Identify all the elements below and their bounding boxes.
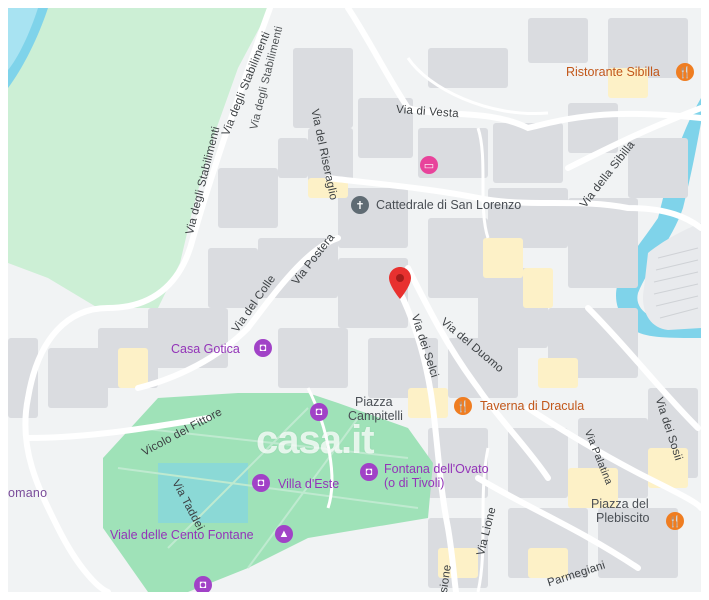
camera-icon[interactable]: ◘: [194, 576, 212, 592]
poi-label-ristorante-sibilla[interactable]: Ristorante Sibilla: [566, 65, 660, 79]
poi-label-casa-gotica[interactable]: Casa Gotica: [171, 342, 240, 356]
poi-label-villa-deste[interactable]: Villa d'Este: [278, 477, 339, 491]
poi-label-fontana-ovato[interactable]: Fontana dell'Ovato: [384, 462, 489, 476]
poi-label-piazza-campitelli[interactable]: Piazza: [355, 395, 393, 409]
hotel-icon[interactable]: ▭: [420, 156, 438, 174]
restaurant-icon[interactable]: 🍴: [676, 63, 694, 81]
church-icon[interactable]: ✝: [351, 196, 369, 214]
poi-label-fontana-ovato[interactable]: (o di Tivoli): [384, 476, 444, 490]
restaurant-icon[interactable]: 🍴: [666, 512, 684, 530]
map-canvas[interactable]: Via di Vesta Via del Riseraglio Via degl…: [8, 8, 701, 592]
camera-icon[interactable]: ◘: [254, 339, 272, 357]
camera-icon[interactable]: ◘: [360, 463, 378, 481]
poi-label-viale-cento-fontane[interactable]: Viale delle Cento Fontane: [110, 528, 254, 542]
poi-label-cattedrale[interactable]: Cattedrale di San Lorenzo: [376, 198, 521, 212]
poi-label-piazza-plebiscito[interactable]: Plebiscito: [596, 511, 650, 525]
restaurant-icon[interactable]: 🍴: [454, 397, 472, 415]
location-marker-icon[interactable]: [389, 267, 411, 304]
poi-label-piazza-plebiscito[interactable]: Piazza del: [591, 497, 649, 511]
poi-label-taverna[interactable]: Taverna di Dracula: [480, 399, 584, 413]
map-frame: Via di Vesta Via del Riseraglio Via degl…: [0, 0, 709, 600]
street-label: omano: [8, 486, 48, 500]
camera-icon[interactable]: ◘: [252, 474, 270, 492]
monument-icon[interactable]: ▲: [275, 525, 293, 543]
watermark-logo: casa.it: [256, 418, 375, 462]
